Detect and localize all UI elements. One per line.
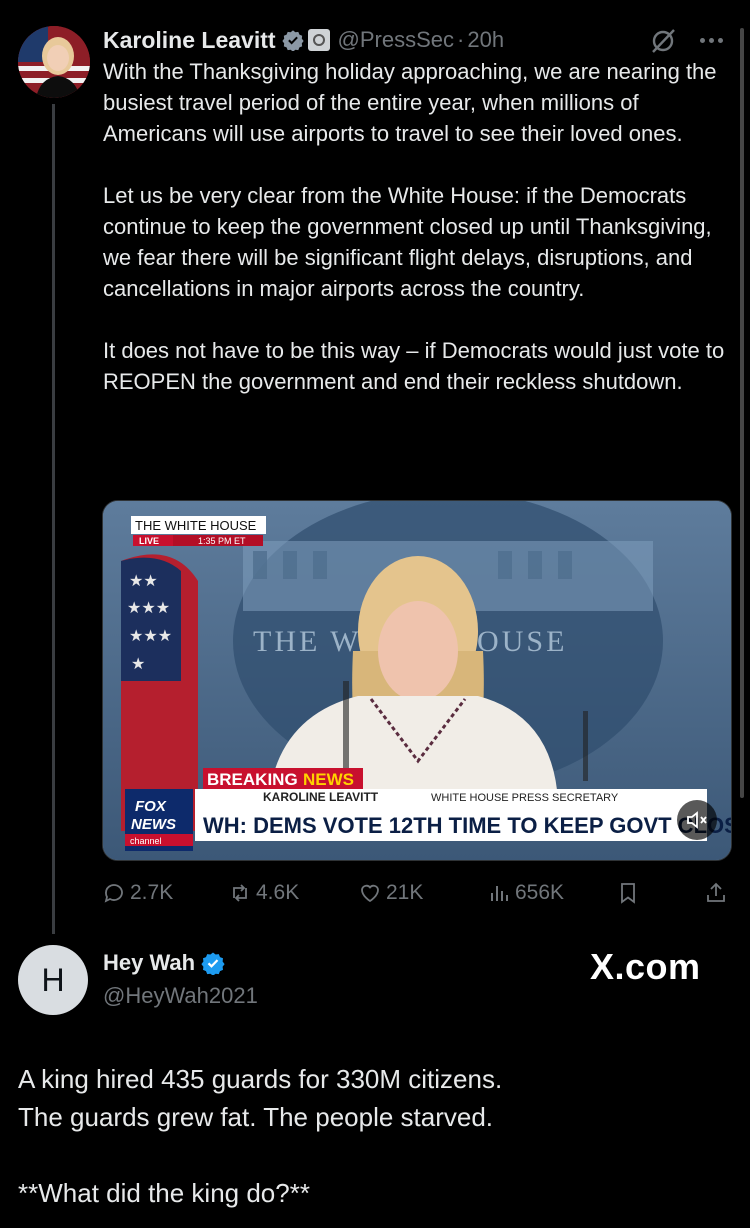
svg-text:★★★: ★★★ <box>127 598 170 617</box>
svg-text:★★★: ★★★ <box>129 626 172 645</box>
bug-time: 1:35 PM ET <box>198 536 246 546</box>
xcom-watermark: X.com <box>590 946 701 987</box>
reply-author-handle[interactable]: @HeyWah2021 <box>103 983 258 1009</box>
like-icon <box>361 884 379 903</box>
reply-line: The guards grew fat. The people starved. <box>18 1102 494 1132</box>
grok-icon[interactable] <box>648 26 678 56</box>
share-button[interactable] <box>704 876 732 910</box>
avatar-letter: H <box>41 961 65 998</box>
network-logo-line2: NEWS <box>131 816 176 833</box>
author-avatar[interactable] <box>18 26 90 98</box>
bookmark-button[interactable] <box>616 876 644 910</box>
title-strap: WHITE HOUSE PRESS SECRETARY <box>431 792 619 804</box>
views-icon <box>491 886 508 901</box>
tweet-body: With the Thanksgiving holiday approachin… <box>103 56 733 397</box>
verified-badge-icon <box>281 30 304 51</box>
like-button[interactable]: 21K <box>358 876 423 910</box>
reply-author-name-row: Hey Wah <box>103 950 225 976</box>
thread-line <box>52 104 55 934</box>
news-label: NEWS <box>303 770 354 789</box>
network-logo-line1: FOX <box>135 798 167 815</box>
like-count: 21K <box>386 881 424 904</box>
tweet-timestamp[interactable]: 20h <box>467 27 504 53</box>
reply-body: A king hired 435 guards for 330M citizen… <box>18 1060 730 1212</box>
verified-badge-icon <box>201 952 225 975</box>
reply-button[interactable]: 2.7K <box>102 876 173 910</box>
tweet-paragraph: Let us be very clear from the White Hous… <box>103 183 712 301</box>
scrollbar-thumb[interactable] <box>740 28 744 798</box>
reply-author-avatar[interactable]: H <box>18 945 88 1015</box>
repost-icon <box>233 884 247 902</box>
reply-author-name[interactable]: Hey Wah <box>103 950 195 976</box>
tweet-action-bar: 2.7K 4.6K 21K 656K <box>102 876 732 910</box>
svg-text:★: ★ <box>131 654 145 673</box>
reply-line: A king hired 435 guards for 330M citizen… <box>18 1064 503 1094</box>
more-icon[interactable] <box>700 38 723 43</box>
author-handle[interactable]: @PressSec <box>338 27 454 53</box>
mute-icon <box>687 811 707 829</box>
separator-dot: · <box>457 27 465 52</box>
reply-question: **What did the king do?** <box>18 1178 310 1208</box>
tweet-paragraph: It does not have to be this way – if Dem… <box>103 338 725 394</box>
tweet-video[interactable]: THE WHITE HOUSE ★★★★★★★★★ THE WHITE HOUS… <box>102 500 732 861</box>
headline-strap: WH: DEMS VOTE 12TH TIME TO KEEP GOVT CLO… <box>203 813 732 838</box>
bug-title: THE WHITE HOUSE <box>135 518 257 533</box>
tweet-header: Karoline Leavitt @PressSec · 20h <box>103 24 504 56</box>
repost-button[interactable]: 4.6K <box>228 876 299 910</box>
views-count: 656K <box>515 881 565 904</box>
breaking-label: BREAKING <box>207 770 298 789</box>
name-strap: KAROLINE LEAVITT <box>263 790 379 804</box>
repost-count: 4.6K <box>256 881 300 904</box>
bug-live: LIVE <box>139 536 159 546</box>
bookmark-icon <box>621 883 635 904</box>
tweet-paragraph: With the Thanksgiving holiday approachin… <box>103 59 717 146</box>
author-name[interactable]: Karoline Leavitt <box>103 27 276 54</box>
mute-button[interactable] <box>677 800 717 840</box>
share-icon <box>707 882 725 902</box>
network-logo-line3: channel <box>130 836 162 846</box>
reply-icon <box>104 884 123 903</box>
gov-badge-icon <box>307 29 330 51</box>
reply-count: 2.7K <box>130 881 174 904</box>
svg-text:★★: ★★ <box>129 571 158 590</box>
views-button[interactable]: 656K <box>487 876 564 910</box>
